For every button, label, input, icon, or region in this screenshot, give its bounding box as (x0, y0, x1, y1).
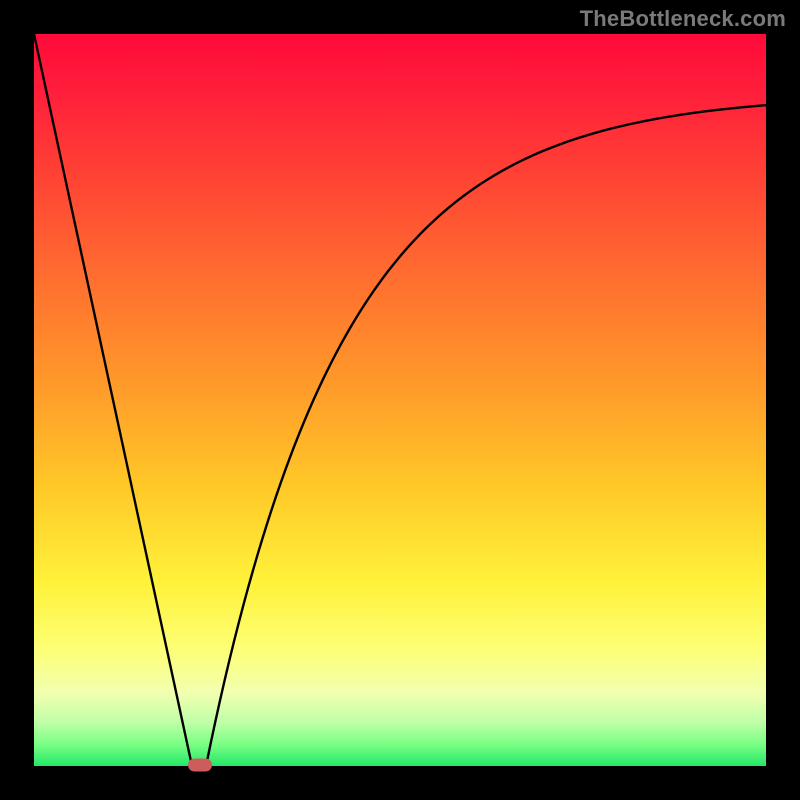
chart-bottom-marker (188, 759, 212, 772)
chart-stage: TheBottleneck.com (0, 0, 800, 800)
watermark-text: TheBottleneck.com (580, 6, 786, 32)
chart-background-gradient (34, 34, 766, 766)
